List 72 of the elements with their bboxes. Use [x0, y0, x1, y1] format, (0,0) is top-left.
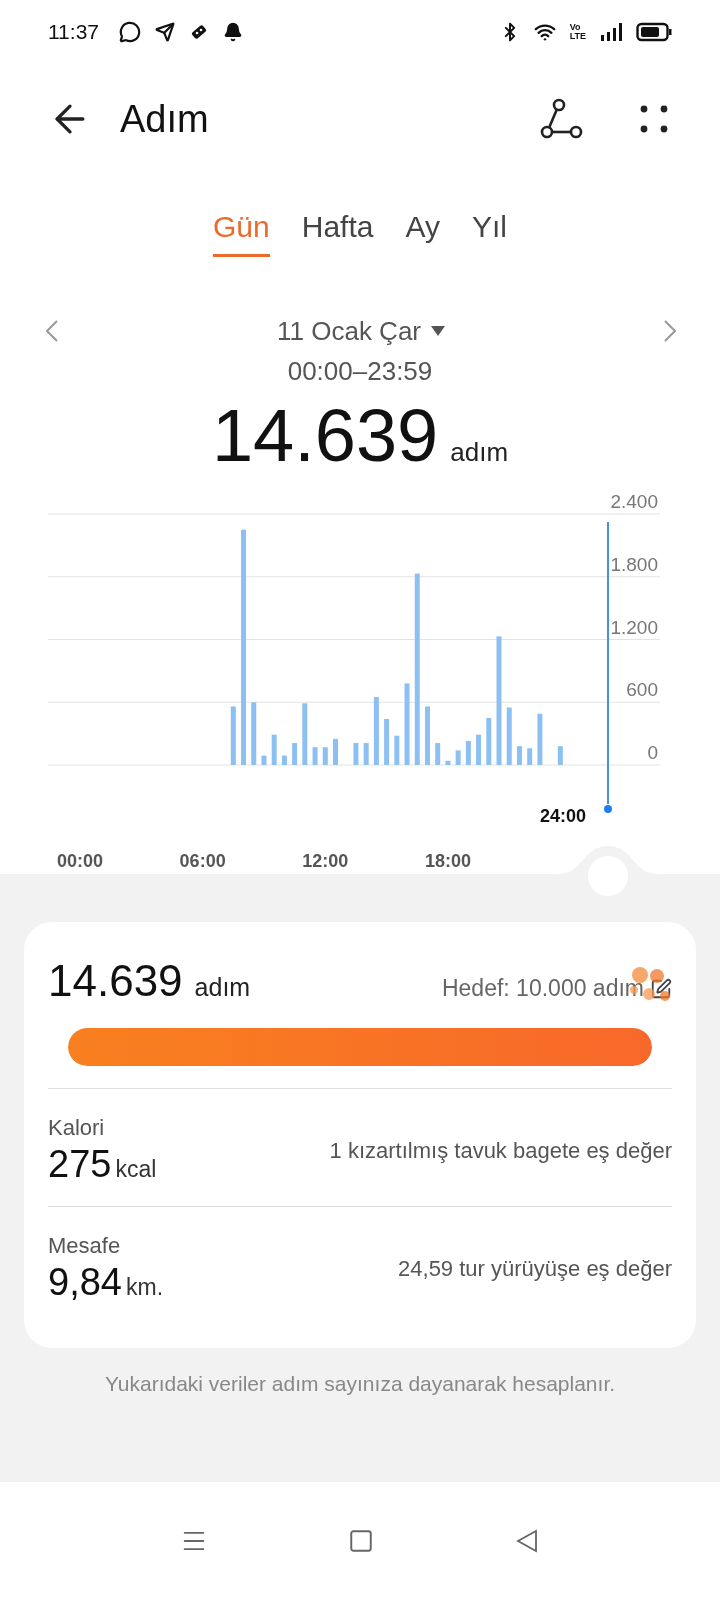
- step-bar: [425, 706, 430, 765]
- period-tab[interactable]: Hafta: [301, 201, 374, 257]
- step-bar: [230, 706, 236, 765]
- footnote: Yukarıdaki veriler adım sayınıza dayanarak hesaplanır.: [103, 1372, 617, 1396]
- metric-unit: km.: [125, 1274, 164, 1300]
- network-label: Vo LTE: [569, 23, 586, 41]
- x-axis-label: 12:00: [302, 851, 349, 871]
- x-axis-label: 00:00: [57, 851, 103, 871]
- step-bar: [271, 734, 277, 765]
- battery-icon: [636, 22, 672, 42]
- metric-unit: kcal: [115, 1156, 157, 1182]
- step-bar: [537, 713, 543, 765]
- edit-goal-button[interactable]: [650, 977, 672, 1000]
- step-bar: [557, 746, 563, 765]
- caret-icon[interactable]: [431, 326, 445, 336]
- metric-equivalent: 1 kızartılmış tavuk bagete eş değer: [329, 1138, 672, 1165]
- home-button[interactable]: [348, 1528, 374, 1554]
- period-tab[interactable]: Yıl: [471, 201, 507, 257]
- page-title: Adım: [120, 97, 210, 141]
- step-bar: [353, 743, 359, 765]
- metric-label: Mesafe: [48, 1233, 122, 1259]
- step-bar: [506, 707, 512, 765]
- step-bar: [527, 748, 533, 765]
- cursor-line[interactable]: [604, 521, 612, 813]
- step-bar: [455, 750, 461, 765]
- back-nav-button[interactable]: [514, 1528, 540, 1554]
- y-axis-label: 1.800: [610, 553, 658, 575]
- x-axis-label: 18:00: [424, 851, 471, 871]
- send-icon: [155, 22, 175, 42]
- step-bar: [394, 735, 400, 765]
- chevron-left-icon[interactable]: [46, 320, 58, 342]
- chevron-right-icon[interactable]: [664, 320, 676, 342]
- step-bar: [322, 747, 328, 765]
- step-bar: [261, 755, 267, 765]
- step-bar: [384, 719, 390, 765]
- step-bar: [445, 760, 451, 765]
- step-bar: [281, 755, 287, 765]
- step-count: 14.639: [211, 393, 439, 478]
- chat-icon: [119, 21, 141, 43]
- x-axis-label: 06:00: [179, 851, 226, 871]
- step-bar: [302, 703, 308, 765]
- y-axis-label: 1.200: [610, 616, 658, 638]
- signal-icon: [600, 23, 622, 41]
- step-bar: [251, 702, 257, 765]
- step-bar: [465, 740, 471, 765]
- metric-label: Kalori: [48, 1115, 106, 1141]
- metric-value: 275: [48, 1143, 112, 1185]
- y-axis-label: 2.400: [610, 492, 658, 512]
- wifi-icon: [533, 21, 556, 43]
- step-bar: [435, 743, 441, 765]
- goal-text: Hedef: 10.000 adım: [441, 975, 644, 1002]
- date-picker[interactable]: 11 Ocak Çar: [271, 314, 451, 348]
- step-bar: [292, 743, 298, 765]
- step-bar: [516, 746, 522, 765]
- time-range: 00:00–23:59: [286, 356, 434, 387]
- summary-steps: 14.639: [48, 956, 183, 1005]
- step-bar: [373, 697, 379, 765]
- step-bar: [486, 717, 492, 765]
- status-time: 11:37: [48, 20, 99, 44]
- y-axis-label: 0: [647, 742, 658, 763]
- step-bar: [363, 743, 369, 765]
- y-axis-label: 600: [626, 679, 658, 701]
- summary-unit: adım: [194, 973, 251, 1001]
- metric-value: 9,84: [48, 1261, 122, 1303]
- step-bar: [312, 747, 318, 765]
- step-bar: [476, 734, 482, 765]
- bell-icon: [223, 22, 243, 42]
- metric-equivalent: 24,59 tur yürüyüşe eş değer: [398, 1256, 672, 1283]
- step-bar: [333, 738, 338, 765]
- cursor-time-label: 24:00: [539, 806, 586, 826]
- step-unit: adım: [450, 437, 509, 468]
- period-tab[interactable]: Ay: [405, 201, 440, 257]
